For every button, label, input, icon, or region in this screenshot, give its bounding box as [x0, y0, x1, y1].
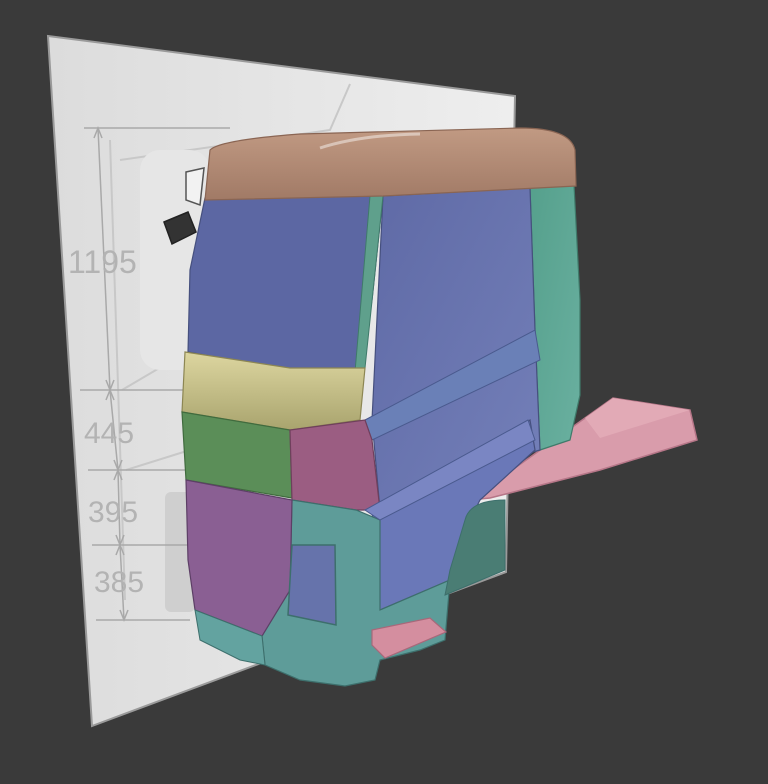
dimension-label-395: 395 — [88, 496, 138, 529]
bumper-band[interactable] — [289, 419, 381, 511]
windshield-panel[interactable] — [187, 195, 384, 371]
dimension-label-1195: 1195 — [68, 244, 137, 280]
headlight-recess[interactable] — [287, 544, 337, 626]
truck-cab-mesh[interactable] — [181, 127, 698, 687]
dimension-label-445: 445 — [84, 417, 134, 450]
3d-viewport[interactable]: 1195 445 395 385 — [0, 0, 768, 779]
scene-svg[interactable]: 1195 445 395 385 — [0, 0, 768, 779]
roof-cap[interactable] — [204, 127, 577, 201]
dimension-label-385: 385 — [94, 566, 144, 599]
